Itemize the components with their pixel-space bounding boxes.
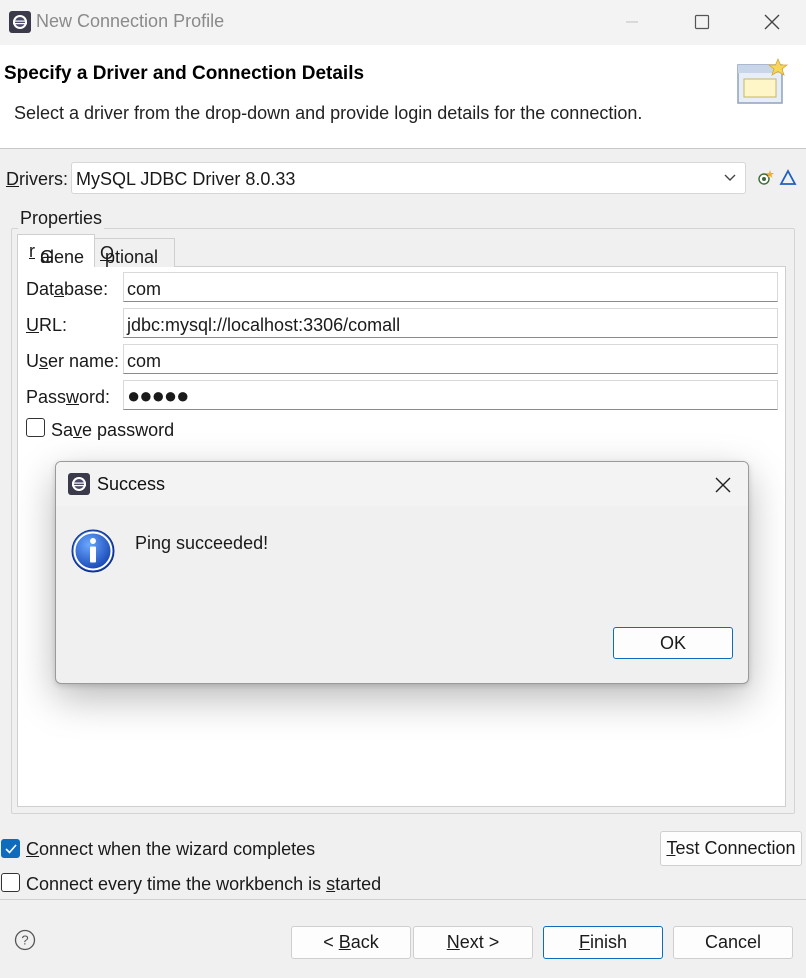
svg-text:?: ? bbox=[21, 933, 28, 948]
user-name-label: User name: bbox=[26, 351, 120, 371]
ok-button[interactable]: OK bbox=[613, 627, 733, 659]
close-icon bbox=[764, 14, 780, 30]
finish-button[interactable]: Finish bbox=[543, 926, 663, 959]
drivers-label: Drivers: bbox=[6, 169, 68, 189]
url-value: jdbc:mysql://localhost:3306/comall bbox=[127, 315, 401, 335]
next-button[interactable]: Next > bbox=[413, 926, 533, 959]
tab-general-label: Gene r al bbox=[29, 241, 85, 267]
dialog-close-button[interactable] bbox=[708, 470, 738, 500]
close-icon bbox=[715, 477, 731, 493]
wizard-banner-icon bbox=[737, 57, 789, 104]
dialog-title: Success bbox=[97, 474, 166, 494]
password-label: Password: bbox=[26, 387, 111, 407]
window-titlebar[interactable]: New Connection Profile bbox=[0, 0, 806, 45]
help-icon[interactable]: ? bbox=[14, 929, 36, 951]
footer-separator bbox=[0, 899, 806, 900]
tab-optional-label: Optional bbox=[100, 243, 159, 267]
page-title: Specify a Driver and Connection Details bbox=[4, 63, 365, 84]
checkmark-icon bbox=[5, 844, 17, 854]
user-name-input[interactable] bbox=[123, 344, 778, 374]
maximize-button[interactable] bbox=[680, 6, 724, 38]
page-description: Select a driver from the drop-down and p… bbox=[14, 103, 643, 123]
success-dialog: Success Ping succeeded! OK bbox=[55, 461, 749, 684]
database-label: Database: bbox=[26, 279, 109, 299]
database-input[interactable] bbox=[123, 272, 778, 302]
drivers-selected-value: MySQL JDBC Driver 8.0.33 bbox=[76, 169, 296, 189]
wizard-banner: Specify a Driver and Connection Details … bbox=[0, 45, 806, 149]
user-name-value: com bbox=[127, 351, 162, 371]
minimize-button[interactable] bbox=[610, 6, 654, 38]
eclipse-app-icon bbox=[9, 11, 31, 33]
close-window-button[interactable] bbox=[750, 6, 794, 38]
password-input[interactable] bbox=[123, 380, 778, 410]
cancel-button[interactable]: Cancel bbox=[673, 926, 793, 959]
properties-group-label: Properties bbox=[18, 208, 105, 229]
dialog-message: Ping succeeded! bbox=[135, 533, 269, 553]
connect-on-finish-checkbox[interactable] bbox=[1, 839, 20, 858]
connect-every-time-checkbox[interactable] bbox=[1, 873, 20, 892]
chevron-down-icon[interactable] bbox=[722, 170, 738, 186]
back-button[interactable]: < Back bbox=[291, 926, 411, 959]
save-password-checkbox[interactable] bbox=[26, 418, 45, 437]
test-connection-button[interactable]: Test Connection bbox=[660, 831, 802, 866]
eclipse-app-icon bbox=[68, 473, 90, 495]
minimize-icon bbox=[626, 21, 638, 23]
password-masked-value: ●●●●● bbox=[127, 383, 189, 408]
save-password-label: Save password bbox=[51, 420, 175, 440]
tab-optional[interactable]: Optional bbox=[95, 238, 175, 267]
connect-every-time-label: Connect every time the workbench is star… bbox=[26, 874, 382, 894]
window-title: New Connection Profile bbox=[36, 11, 225, 31]
connect-on-finish-label: Connect when the wizard completes bbox=[26, 839, 316, 859]
info-icon bbox=[71, 529, 115, 573]
url-label: URL: bbox=[26, 315, 68, 335]
maximize-icon bbox=[694, 14, 710, 30]
edit-driver-triangle-icon[interactable] bbox=[779, 169, 797, 187]
new-driver-icon[interactable] bbox=[756, 169, 774, 187]
tab-general[interactable]: Gene r al bbox=[17, 234, 95, 267]
database-value: com bbox=[127, 279, 162, 299]
